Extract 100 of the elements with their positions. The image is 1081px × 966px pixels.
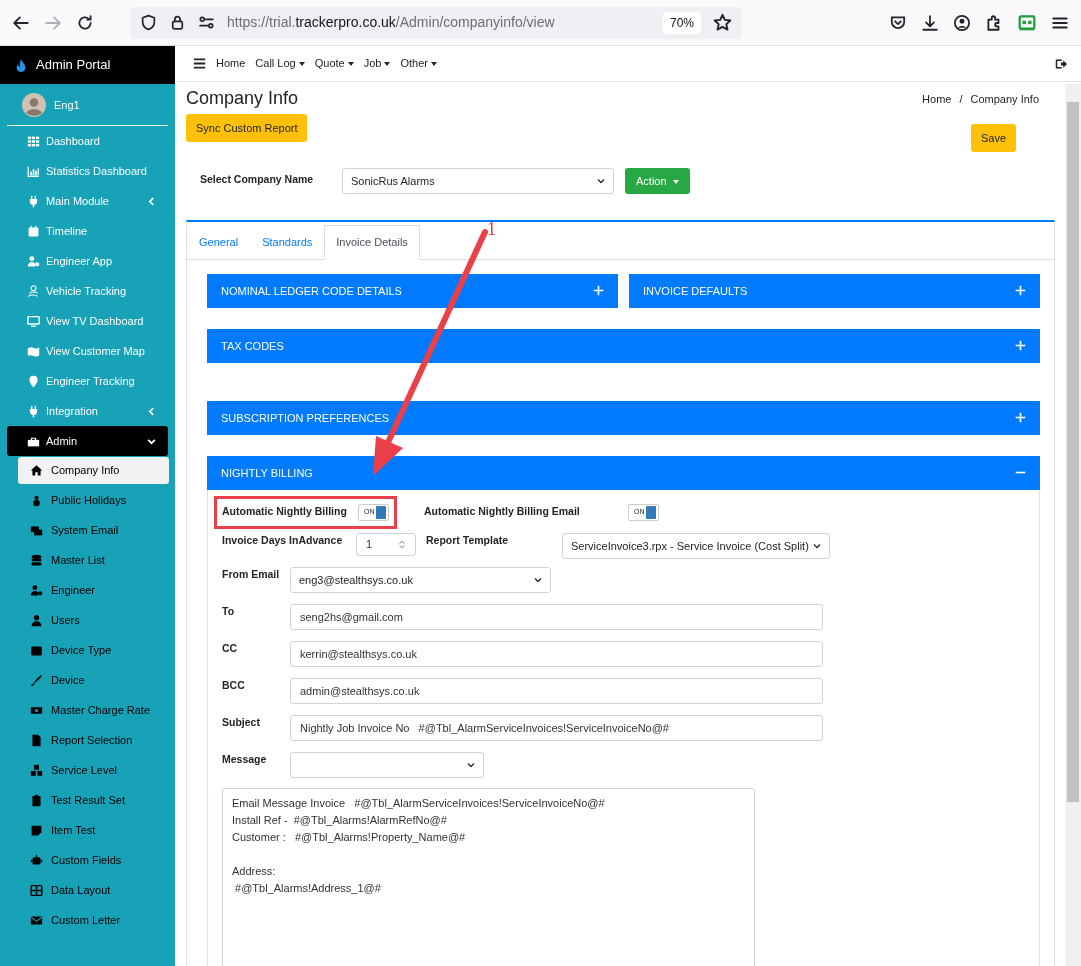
plus-icon[interactable]	[1015, 340, 1026, 352]
house-icon	[30, 464, 43, 477]
table-icon	[30, 884, 43, 897]
sidebar-subitem[interactable]: Custom Letter	[18, 907, 169, 934]
field-label: Report Template	[426, 532, 510, 548]
number-field[interactable]: 1	[356, 532, 416, 556]
reload-icon[interactable]	[76, 13, 94, 32]
person-path-icon	[27, 284, 40, 298]
plus-icon[interactable]	[1015, 285, 1026, 297]
field-label: Invoice Days InAdvance	[222, 532, 344, 548]
avatar-icon	[22, 93, 46, 117]
sliders-icon[interactable]	[198, 14, 215, 31]
accordion-header[interactable]: NIGHTLY BILLING	[207, 455, 1040, 490]
envelope-stack-icon	[30, 524, 43, 537]
nav-link[interactable]: Quote	[314, 55, 354, 72]
field-label: From Email	[222, 566, 281, 582]
user-gear-icon	[27, 254, 40, 268]
text-field[interactable]: Nightly Job Invoice No #@Tbl_AlarmServiceInvoices!ServiceInvoiceNo@#	[290, 714, 823, 741]
sidebar-subitem[interactable]: Engineer	[18, 577, 169, 604]
nav-link[interactable]: Home	[216, 55, 246, 72]
document-icon	[30, 734, 43, 747]
field-label: To	[222, 603, 236, 619]
pin-icon	[27, 374, 40, 388]
sidebar-subitem[interactable]: Test Result Set	[18, 787, 169, 814]
snowman-icon	[30, 494, 43, 507]
sidebar-subitem[interactable]: Public Holidays	[18, 487, 169, 514]
lock-icon	[169, 14, 186, 31]
user-name: Eng1	[54, 97, 80, 113]
account-icon[interactable]	[953, 13, 971, 32]
brand-name: Admin Portal	[36, 56, 111, 75]
spinner-arrows-icon[interactable]	[398, 538, 406, 550]
accordion-header[interactable]: NOMINAL LEDGER CODE DETAILS	[207, 273, 618, 308]
text-field[interactable]: kerrin@stealthsys.co.uk	[290, 640, 823, 667]
plus-icon[interactable]	[1015, 412, 1026, 424]
download-icon[interactable]	[921, 13, 939, 32]
sidebar-subitem[interactable]: Data Layout	[18, 877, 169, 904]
accordion-header[interactable]: SUBSCRIPTION PREFERENCES	[207, 400, 1040, 435]
sidebar-subitem[interactable]: Master List	[18, 547, 169, 574]
cubes-icon	[30, 764, 43, 777]
sidebar-subitem[interactable]: Company Info	[18, 457, 169, 484]
text-field[interactable]: seng2hs@gmail.com	[290, 603, 823, 630]
zoom-level[interactable]: 70%	[662, 11, 701, 34]
chevron-down-icon	[467, 760, 475, 769]
calendar-icon	[27, 224, 40, 238]
robot-icon	[30, 854, 43, 867]
report-template-select[interactable]: ServiceInvoice3.rpx - Service Invoice (Cost Split)	[562, 532, 830, 559]
menu-icon[interactable]	[193, 57, 206, 71]
field-label: CC	[222, 640, 239, 656]
save-button[interactable]: Save	[970, 123, 1016, 153]
breadcrumb-separator: /	[959, 92, 963, 108]
url-text[interactable]: https://trial.trackerpro.co.uk/Admin/companyinfo/view	[227, 12, 651, 33]
map-icon	[27, 344, 40, 358]
tab[interactable]: Invoice Details	[324, 225, 420, 260]
tab[interactable]: Standards	[250, 225, 325, 260]
accordion-title: SUBSCRIPTION PREFERENCES	[221, 410, 390, 426]
company-select[interactable]: SonicRus Alarms	[342, 168, 614, 195]
star-icon[interactable]	[713, 13, 732, 32]
field-label: Select Company Name	[200, 172, 315, 188]
sync-custom-report-button[interactable]: Sync Custom Report	[186, 113, 308, 143]
breadcrumb-current: Company Info	[970, 92, 1039, 108]
nav-link[interactable]: Other	[400, 55, 437, 72]
text-field[interactable]: admin@stealthsys.co.uk	[290, 677, 823, 704]
sidebar-subitem[interactable]: Users	[18, 607, 169, 634]
sidebar-item[interactable]: Admin	[7, 426, 168, 456]
sidebar-subitem[interactable]: Master Charge Rate	[18, 697, 169, 724]
plug-icon	[27, 194, 40, 208]
bar-chart-icon	[27, 164, 40, 178]
database-icon	[30, 554, 43, 567]
field-label: Automatic Nightly Billing Email	[424, 503, 581, 519]
nav-link[interactable]: Call Log	[255, 55, 305, 72]
scrollbar[interactable]	[1065, 84, 1081, 966]
sidebar-subitem[interactable]: Report Selection	[18, 727, 169, 754]
chevron-down-icon	[597, 177, 605, 186]
sidebar-subitem[interactable]: Item Test	[18, 817, 169, 844]
banknote-icon	[30, 704, 43, 717]
sidebar-subitem[interactable]: Device Type	[18, 637, 169, 664]
accordion-header[interactable]: INVOICE DEFAULTS	[629, 273, 1040, 308]
message-textarea[interactable]: Email Message Invoice #@Tbl_AlarmServiceInvoices!ServiceInvoiceNo@# Install Ref - #@Tbl_Alarms!AlarmRefNo@# Customer : #@Tbl_Alarms!Property_Name@# Address: #@Tbl_Alarms!Address_1@#	[222, 787, 755, 966]
screen-extension-icon[interactable]	[1017, 13, 1037, 32]
accordion-title: TAX CODES	[221, 338, 284, 354]
clipboard-icon	[30, 794, 43, 807]
sidebar-subitem[interactable]: System Email	[18, 517, 169, 544]
field-label: Message	[222, 751, 268, 767]
breadcrumb-link[interactable]: Home	[922, 91, 952, 108]
email-select[interactable]: eng3@stealthsys.co.uk	[290, 566, 551, 593]
user-icon	[30, 614, 43, 627]
tab[interactable]: General	[187, 225, 251, 260]
accordion-header[interactable]: TAX CODES	[207, 328, 1040, 363]
sidebar-subitem[interactable]: Custom Fields	[18, 847, 169, 874]
field-label: Automatic Nightly Billing	[222, 503, 348, 519]
chevron-down-icon	[813, 541, 821, 550]
monitor-icon	[27, 314, 40, 328]
pocket-icon[interactable]	[889, 13, 907, 32]
field-label: Subject	[222, 714, 261, 730]
plus-icon[interactable]	[593, 285, 604, 297]
sidebar-subitem[interactable]: Device	[18, 667, 169, 694]
note-icon	[30, 824, 43, 837]
sidebar-subitem[interactable]: Service Level	[18, 757, 169, 784]
nav-link[interactable]: Job	[363, 55, 391, 72]
sign-out-icon[interactable]	[1055, 57, 1067, 70]
